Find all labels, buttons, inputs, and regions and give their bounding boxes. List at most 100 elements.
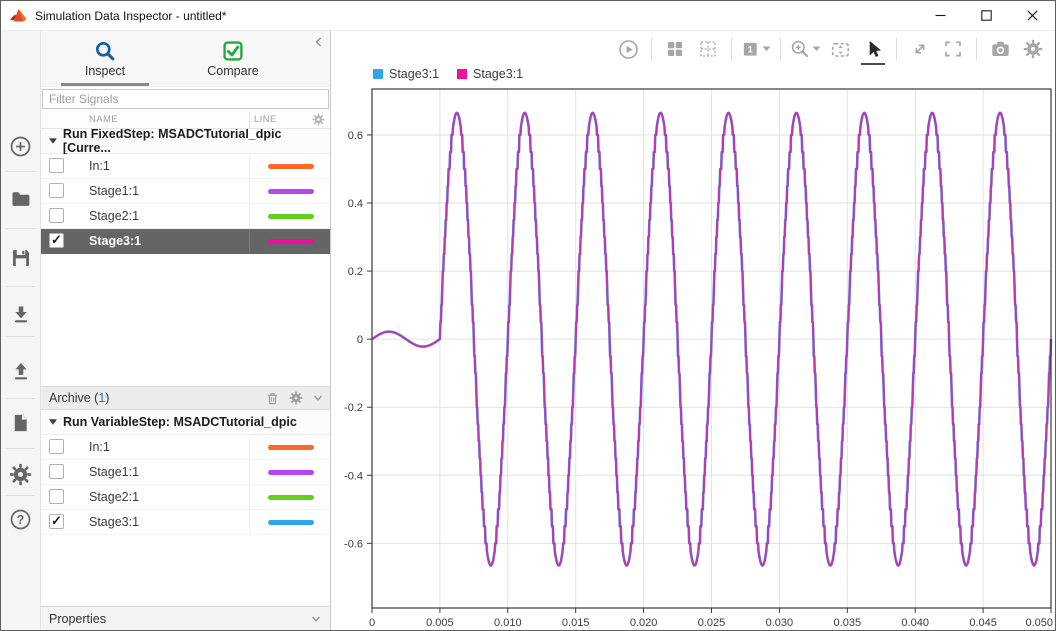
filter-signals-input[interactable] bbox=[42, 89, 329, 109]
signal-checkbox[interactable] bbox=[49, 183, 64, 198]
subplot-layout-button[interactable] bbox=[659, 36, 691, 62]
dropdown-caret-icon bbox=[762, 46, 771, 52]
simulation-data-inspector-window: Simulation Data Inspector - untitled* bbox=[0, 0, 1056, 631]
archive-header[interactable]: Archive (1) bbox=[41, 386, 330, 410]
fullscreen-button[interactable] bbox=[937, 36, 969, 62]
signal-line-column bbox=[249, 204, 332, 228]
snapshot-button[interactable] bbox=[984, 36, 1016, 62]
window-title: Simulation Data Inspector - untitled* bbox=[35, 9, 226, 23]
fit-to-view-icon bbox=[830, 39, 851, 60]
compare-check-icon bbox=[222, 40, 244, 62]
tab-inspect[interactable]: Inspect bbox=[41, 31, 169, 86]
signal-row-Stage3:1[interactable]: Stage3:1 bbox=[41, 229, 330, 254]
camera-icon bbox=[990, 39, 1011, 59]
plot-canvas[interactable]: 00.0050.0100.0150.0200.0250.0300.0350.04… bbox=[331, 63, 1056, 631]
properties-bar[interactable]: Properties bbox=[41, 606, 330, 630]
signal-checkbox[interactable] bbox=[49, 464, 64, 479]
x-tick-label: 0.045 bbox=[969, 617, 997, 629]
chevron-down-icon[interactable] bbox=[312, 392, 324, 404]
view-count-icon: 1 bbox=[741, 39, 760, 59]
signal-checkbox[interactable] bbox=[49, 208, 64, 223]
expand-plot-button[interactable] bbox=[904, 36, 936, 62]
tab-compare[interactable]: Compare bbox=[169, 31, 297, 86]
signal-row-Stage2:1[interactable]: Stage2:1 bbox=[41, 204, 330, 229]
layout-views-button[interactable]: 1 bbox=[739, 36, 773, 62]
signal-line-swatch[interactable] bbox=[268, 239, 314, 244]
signal-line-column bbox=[249, 435, 332, 459]
signal-row-Stage1:1[interactable]: Stage1:1 bbox=[41, 460, 330, 485]
fit-to-view-button[interactable] bbox=[824, 36, 856, 62]
x-tick-label: 0.005 bbox=[426, 617, 454, 629]
replay-play-icon bbox=[618, 39, 639, 60]
zoom-button[interactable] bbox=[788, 36, 823, 62]
edit-layout-button[interactable] bbox=[692, 36, 724, 62]
x-tick-label: 0.040 bbox=[901, 617, 929, 629]
run-group-header-fixedstep[interactable]: Run FixedStep: MSADCTutorial_dpic [Curre… bbox=[41, 129, 330, 154]
signal-checkbox[interactable] bbox=[49, 233, 64, 248]
x-tick-label: 0 bbox=[369, 617, 375, 629]
archive-settings-gear-icon[interactable] bbox=[289, 391, 303, 405]
create-report-button[interactable] bbox=[1, 401, 40, 445]
close-button[interactable] bbox=[1009, 1, 1055, 30]
signal-line-swatch[interactable] bbox=[268, 164, 314, 169]
signal-checkbox[interactable] bbox=[49, 158, 64, 173]
y-tick-label: 0.6 bbox=[348, 130, 363, 142]
help-button[interactable]: ? bbox=[1, 497, 40, 541]
y-tick-label: 0.2 bbox=[348, 266, 363, 278]
replay-button[interactable] bbox=[612, 36, 644, 62]
signal-table-header: NAME LINE bbox=[41, 111, 330, 129]
column-settings-button[interactable] bbox=[312, 113, 325, 126]
save-icon bbox=[10, 247, 32, 269]
preferences-button[interactable] bbox=[1, 452, 40, 496]
toolstrip-divider bbox=[6, 171, 35, 172]
toolstrip-divider bbox=[6, 398, 35, 399]
gear-icon bbox=[312, 113, 325, 126]
new-run-button[interactable] bbox=[1, 124, 40, 168]
import-button[interactable] bbox=[1, 292, 40, 336]
toolbar-divider bbox=[976, 38, 977, 60]
plot-settings-button[interactable] bbox=[1017, 36, 1049, 62]
signal-checkbox[interactable] bbox=[49, 439, 64, 454]
signal-line-swatch[interactable] bbox=[268, 189, 314, 194]
signal-line-column bbox=[249, 229, 332, 253]
expanded-triangle-icon bbox=[49, 138, 57, 144]
save-button[interactable] bbox=[1, 236, 40, 280]
active-tab-underline bbox=[61, 83, 149, 86]
signal-line-swatch[interactable] bbox=[268, 495, 314, 500]
export-button[interactable] bbox=[1, 349, 40, 393]
signal-name: In:1 bbox=[89, 159, 110, 173]
run-fixedstep-signal-list: In:1 Stage1:1 Stage2:1 Stage3:1 bbox=[41, 154, 330, 254]
signal-row-Stage1:1[interactable]: Stage1:1 bbox=[41, 179, 330, 204]
collapse-panel-button[interactable] bbox=[313, 36, 325, 48]
dashed-grid-icon bbox=[698, 39, 718, 59]
signal-line-column bbox=[249, 179, 332, 203]
signal-checkbox[interactable] bbox=[49, 489, 64, 504]
pointer-cursor-icon bbox=[863, 39, 883, 59]
signal-line-swatch[interactable] bbox=[268, 214, 314, 219]
run-group-header-variablestep[interactable]: Run VariableStep: MSADCTutorial_dpic bbox=[41, 410, 330, 435]
import-arrow-down-icon bbox=[10, 303, 32, 325]
signal-checkbox[interactable] bbox=[49, 514, 64, 529]
archive-label: Archive bbox=[49, 391, 91, 405]
filter-row bbox=[41, 87, 330, 111]
signal-line-column bbox=[249, 510, 332, 534]
trash-icon[interactable] bbox=[265, 391, 280, 406]
titlebar: Simulation Data Inspector - untitled* bbox=[1, 1, 1055, 31]
svg-text:1: 1 bbox=[748, 44, 753, 54]
signal-row-In:1[interactable]: In:1 bbox=[41, 154, 330, 179]
minimize-button[interactable] bbox=[917, 1, 963, 30]
signal-line-swatch[interactable] bbox=[268, 445, 314, 450]
pointer-tool-button[interactable] bbox=[857, 36, 889, 62]
signal-line-swatch[interactable] bbox=[268, 470, 314, 475]
chevron-down-icon bbox=[310, 613, 322, 625]
signal-line-swatch[interactable] bbox=[268, 520, 314, 525]
toolbar-divider bbox=[780, 38, 781, 60]
signal-row-Stage2:1[interactable]: Stage2:1 bbox=[41, 485, 330, 510]
open-button[interactable] bbox=[1, 177, 40, 221]
signal-row-Stage3:1[interactable]: Stage3:1 bbox=[41, 510, 330, 535]
run-title: Run FixedStep: MSADCTutorial_dpic [Curre… bbox=[63, 127, 330, 155]
signal-row-In:1[interactable]: In:1 bbox=[41, 435, 330, 460]
maximize-button[interactable] bbox=[963, 1, 1009, 30]
x-tick-label: 0.015 bbox=[562, 617, 590, 629]
tab-inspect-label: Inspect bbox=[85, 64, 125, 78]
